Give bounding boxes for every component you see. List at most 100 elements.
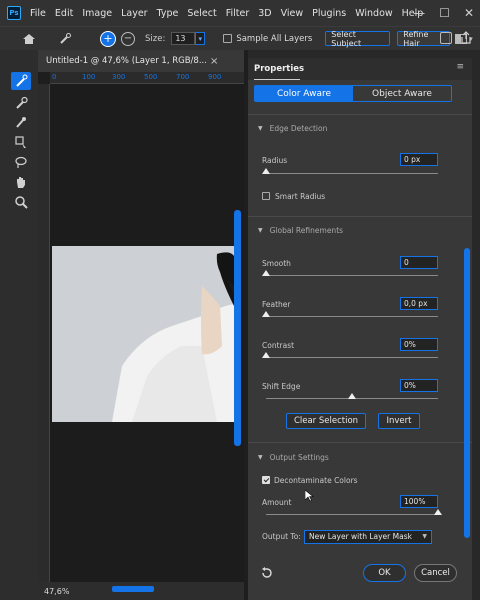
maximize-icon[interactable]: ☐ (439, 6, 450, 20)
close-icon[interactable]: ✕ (464, 6, 474, 20)
output-settings-section[interactable]: ▼ Output Settings (258, 453, 329, 462)
contrast-slider-handle[interactable] (262, 352, 270, 358)
frame-icon[interactable] (440, 32, 452, 44)
brush-tool-icon[interactable] (11, 113, 31, 131)
horizontal-scrollbar[interactable] (112, 586, 154, 592)
radius-input[interactable]: 0 px (400, 153, 438, 166)
photo-layer[interactable] (52, 246, 234, 422)
divider (248, 114, 472, 115)
vertical-scrollbar[interactable] (234, 210, 241, 446)
menu-file[interactable]: File (30, 8, 46, 19)
amount-slider-handle[interactable] (434, 509, 442, 515)
document-tab[interactable]: Untitled-1 @ 47,6% (Layer 1, RGB/8... × (38, 50, 244, 72)
global-refinements-section[interactable]: ▼ Global Refinements (258, 226, 343, 235)
quick-selection-tool-icon[interactable] (11, 72, 31, 90)
lasso-tool-icon[interactable] (11, 153, 31, 171)
home-icon[interactable] (22, 33, 36, 45)
contrast-input[interactable]: 0% (400, 338, 438, 351)
smart-radius-label: Smart Radius (275, 192, 326, 201)
menu-edit[interactable]: Edit (55, 8, 73, 19)
chevron-down-icon[interactable]: ▼ (258, 454, 263, 461)
chevron-down-icon[interactable]: ▼ (258, 125, 263, 132)
ok-button[interactable]: OK (363, 564, 406, 582)
photoshop-logo-icon: Ps (7, 6, 21, 20)
window-controls: — ☐ ✕ (413, 6, 474, 20)
edge-detection-header: Edge Detection (269, 124, 328, 133)
menu-select[interactable]: Select (187, 8, 216, 19)
add-to-selection-icon[interactable]: + (100, 30, 116, 47)
shift-edge-label: Shift Edge (262, 382, 301, 391)
feather-input[interactable]: 0,0 px (400, 297, 438, 310)
sample-all-layers-checkbox[interactable] (223, 34, 233, 43)
vertical-ruler (38, 84, 50, 584)
panel-scrollbar[interactable] (464, 248, 470, 538)
menu-layer[interactable]: Layer (121, 8, 148, 19)
object-aware-button[interactable]: Object Aware (353, 86, 451, 101)
menu-type[interactable]: Type (157, 8, 179, 19)
edge-detection-section[interactable]: ▼ Edge Detection (258, 124, 327, 133)
size-label: Size: (145, 33, 166, 44)
output-settings-header: Output Settings (269, 453, 329, 462)
invert-button[interactable]: Invert (378, 413, 420, 429)
decontaminate-colors-label: Decontaminate Colors (274, 476, 358, 485)
smart-radius-checkbox[interactable] (262, 192, 270, 200)
clear-selection-button[interactable]: Clear Selection (286, 413, 366, 429)
tab-close-icon[interactable]: × (210, 56, 218, 67)
document-tab-title: Untitled-1 @ 47,6% (Layer 1, RGB/8... (46, 56, 206, 66)
menu-image[interactable]: Image (82, 8, 112, 19)
menu-3d[interactable]: 3D (258, 8, 271, 19)
ruler-label: 300 (112, 73, 126, 81)
menu-plugins[interactable]: Plugins (312, 8, 346, 19)
cancel-button[interactable]: Cancel (414, 564, 457, 582)
share-icon[interactable] (460, 31, 472, 44)
feather-slider-handle[interactable] (262, 311, 270, 317)
ruler-label: 900 (208, 73, 222, 81)
refine-edge-brush-icon[interactable] (11, 94, 31, 112)
zoom-tool-icon[interactable] (11, 193, 31, 211)
shift-edge-slider-handle[interactable] (348, 393, 356, 399)
radius-slider-handle[interactable] (262, 168, 270, 174)
minimize-icon[interactable]: — (413, 6, 425, 20)
radius-slider[interactable] (266, 173, 438, 174)
smooth-slider[interactable] (266, 275, 438, 276)
properties-header: Properties ≡ (248, 58, 472, 80)
panel-menu-icon[interactable]: ≡ (456, 62, 464, 72)
mouse-cursor-icon (305, 490, 314, 502)
document-area: Untitled-1 @ 47,6% (Layer 1, RGB/8... × … (38, 50, 244, 600)
amount-label: Amount (262, 498, 292, 507)
chevron-down-icon: ▼ (422, 533, 427, 540)
hand-tool-icon[interactable] (11, 173, 31, 191)
decontaminate-colors-checkbox[interactable] (262, 476, 270, 484)
ruler-label: 500 (144, 73, 158, 81)
amount-input[interactable]: 100% (400, 495, 438, 508)
divider (248, 442, 472, 443)
smooth-label: Smooth (262, 259, 291, 268)
quick-selection-brush-icon[interactable] (58, 32, 72, 46)
ruler-label: 100 (82, 73, 96, 81)
properties-title[interactable]: Properties (254, 64, 304, 74)
zoom-level[interactable]: 47,6% (44, 587, 69, 596)
horizontal-ruler: 0 100 300 500 700 900 (50, 72, 244, 84)
subtract-from-selection-icon[interactable]: − (121, 31, 135, 46)
contrast-label: Contrast (262, 341, 295, 350)
options-bar: + − Size: 13 ▾ Sample All Layers Select … (0, 26, 480, 50)
menu-window[interactable]: Window (355, 8, 392, 19)
view-mode-toggle: Color Aware Object Aware (254, 85, 452, 102)
output-to-select[interactable]: New Layer with Layer Mask ▼ (304, 530, 432, 544)
size-input[interactable]: 13 (171, 32, 196, 45)
smooth-input[interactable]: 0 (400, 256, 438, 269)
shift-edge-input[interactable]: 0% (400, 379, 438, 392)
object-selection-tool-icon[interactable] (11, 133, 31, 151)
chevron-down-icon[interactable]: ▼ (258, 227, 263, 234)
contrast-slider[interactable] (266, 357, 438, 358)
select-subject-button[interactable]: Select Subject (325, 30, 391, 48)
color-aware-button[interactable]: Color Aware (255, 86, 353, 101)
feather-slider[interactable] (266, 316, 438, 317)
smooth-slider-handle[interactable] (262, 270, 270, 276)
amount-slider[interactable] (266, 514, 438, 515)
reset-icon[interactable] (260, 567, 274, 579)
menu-filter[interactable]: Filter (226, 8, 250, 19)
menu-view[interactable]: View (281, 8, 304, 19)
global-refinements-header: Global Refinements (269, 226, 344, 235)
chevron-down-icon[interactable]: ▾ (195, 32, 206, 45)
